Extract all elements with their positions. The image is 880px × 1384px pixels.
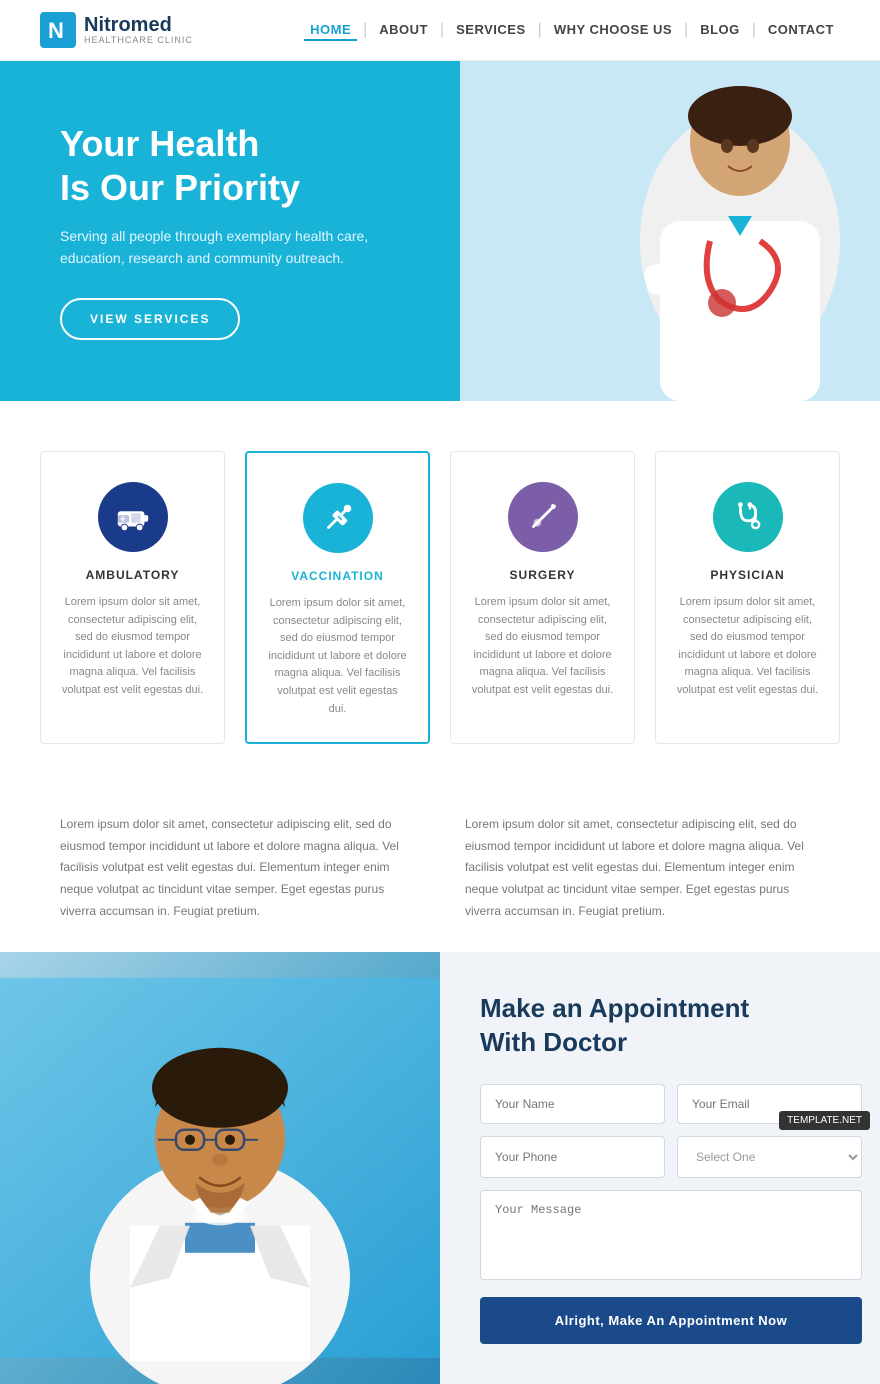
- doctor-illustration: [460, 61, 880, 401]
- appointment-doctor-image: [0, 952, 440, 1384]
- brand-tagline: HEALTHCARE CLINIC: [84, 35, 193, 45]
- nav-item-contact[interactable]: CONTACT: [746, 21, 840, 39]
- template-badge: TEMPLATE.NET: [779, 1111, 870, 1130]
- logo: N Nitromed HEALTHCARE CLINIC: [40, 12, 193, 48]
- nav-item-home[interactable]: HOME: [304, 21, 357, 39]
- form-row-phone-select: Select One: [480, 1136, 862, 1178]
- nav-item-why[interactable]: WHY CHOOSE US: [532, 21, 678, 39]
- hero-content: Your HealthIs Our Priority Serving all p…: [0, 82, 428, 379]
- hero-title: Your HealthIs Our Priority: [60, 122, 368, 208]
- nav-link-home[interactable]: HOME: [304, 22, 357, 41]
- logo-icon: N: [40, 12, 76, 48]
- nav-link-blog[interactable]: BLOG: [694, 22, 746, 37]
- phone-input[interactable]: [480, 1136, 665, 1178]
- name-input[interactable]: [480, 1084, 665, 1124]
- service-card-physician: PHYSICIAN Lorem ipsum dolor sit amet, co…: [655, 451, 840, 744]
- text-section: Lorem ipsum dolor sit amet, consectetur …: [0, 784, 880, 952]
- nav-item-about[interactable]: ABOUT: [357, 21, 434, 39]
- navbar: N Nitromed HEALTHCARE CLINIC HOME ABOUT …: [0, 0, 880, 61]
- services-section: + AMBULATORY Lorem ipsum dolor sit amet,…: [0, 401, 880, 784]
- doctor-select[interactable]: Select One: [677, 1136, 862, 1178]
- svg-text:N: N: [48, 18, 64, 43]
- ambulatory-icon-circle: +: [98, 482, 168, 552]
- nav-item-blog[interactable]: BLOG: [678, 21, 746, 39]
- submit-appointment-button[interactable]: Alright, Make An Appointment Now: [480, 1297, 862, 1344]
- stethoscope-icon: [729, 498, 767, 536]
- appointment-section: Make an AppointmentWith Doctor Select On…: [0, 952, 880, 1384]
- text-col-2: Lorem ipsum dolor sit amet, consectetur …: [465, 814, 820, 922]
- text-col-1: Lorem ipsum dolor sit amet, consectetur …: [60, 814, 415, 922]
- doctor-photo-illustration: [0, 952, 440, 1384]
- brand-name: Nitromed: [84, 15, 193, 35]
- message-textarea[interactable]: [480, 1190, 862, 1280]
- nav-links: HOME ABOUT SERVICES WHY CHOOSE US BLOG C…: [304, 21, 840, 39]
- service-card-ambulatory: + AMBULATORY Lorem ipsum dolor sit amet,…: [40, 451, 225, 744]
- services-grid: + AMBULATORY Lorem ipsum dolor sit amet,…: [40, 451, 840, 744]
- vaccination-icon-circle: [303, 483, 373, 553]
- nav-link-why[interactable]: WHY CHOOSE US: [548, 22, 678, 37]
- vaccination-title: VACCINATION: [267, 569, 408, 583]
- appointment-title: Make an AppointmentWith Doctor: [480, 992, 862, 1060]
- hero-image: [460, 61, 880, 401]
- appointment-form-area: Make an AppointmentWith Doctor Select On…: [440, 952, 880, 1384]
- nav-item-services[interactable]: SERVICES: [434, 21, 532, 39]
- nav-link-about[interactable]: ABOUT: [373, 22, 434, 37]
- service-card-surgery: SURGERY Lorem ipsum dolor sit amet, cons…: [450, 451, 635, 744]
- logo-text: Nitromed HEALTHCARE CLINIC: [84, 15, 193, 45]
- physician-title: PHYSICIAN: [676, 568, 819, 582]
- nav-link-contact[interactable]: CONTACT: [762, 22, 840, 37]
- ambulance-icon: +: [114, 498, 152, 536]
- surgery-icon-circle: [508, 482, 578, 552]
- service-card-vaccination: VACCINATION Lorem ipsum dolor sit amet, …: [245, 451, 430, 744]
- hero-section: Your HealthIs Our Priority Serving all p…: [0, 61, 880, 401]
- surgery-text: Lorem ipsum dolor sit amet, consectetur …: [471, 594, 614, 700]
- syringe-icon: [319, 499, 357, 537]
- hero-subtitle: Serving all people through exemplary hea…: [60, 225, 368, 270]
- nav-link-services[interactable]: SERVICES: [450, 22, 532, 37]
- ambulatory-text: Lorem ipsum dolor sit amet, consectetur …: [61, 594, 204, 700]
- physician-icon-circle: [713, 482, 783, 552]
- physician-text: Lorem ipsum dolor sit amet, consectetur …: [676, 594, 819, 700]
- ambulatory-title: AMBULATORY: [61, 568, 204, 582]
- view-services-button[interactable]: VIEW SERVICES: [60, 298, 240, 340]
- surgery-title: SURGERY: [471, 568, 614, 582]
- vaccination-text: Lorem ipsum dolor sit amet, consectetur …: [267, 595, 408, 718]
- scalpel-icon: [524, 498, 562, 536]
